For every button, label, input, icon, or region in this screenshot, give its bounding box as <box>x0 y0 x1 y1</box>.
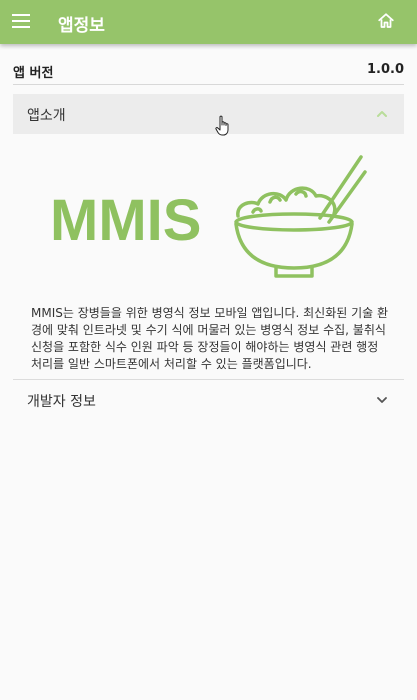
app-bar: 앱정보 <box>0 0 417 44</box>
accordion-about-label: 앱소개 <box>27 108 66 124</box>
chevron-up-icon[interactable] <box>376 108 388 120</box>
chevron-down-icon[interactable] <box>376 394 388 406</box>
mmis-logo: MMIS <box>50 155 367 278</box>
hand-cursor-icon <box>215 115 229 136</box>
version-label: 앱 버전 <box>13 66 54 81</box>
about-description: MMIS는 장병들을 위한 병영식 정보 모바일 앱입니다. 최신화된 기술 환… <box>31 306 389 371</box>
accordion-developer-label: 개발자 정보 <box>27 394 96 410</box>
page-title: 앱정보 <box>58 16 105 36</box>
home-icon[interactable] <box>377 12 395 30</box>
version-row: 앱 버전 1.0.0 <box>13 58 404 85</box>
rice-bowl-icon <box>234 155 367 278</box>
logo-text: MMIS <box>50 188 201 253</box>
version-value: 1.0.0 <box>366 62 404 77</box>
accordion-about-header[interactable]: 앱소개 <box>13 94 404 134</box>
menu-icon[interactable] <box>12 14 30 28</box>
accordion-developer-header[interactable]: 개발자 정보 <box>13 379 404 420</box>
